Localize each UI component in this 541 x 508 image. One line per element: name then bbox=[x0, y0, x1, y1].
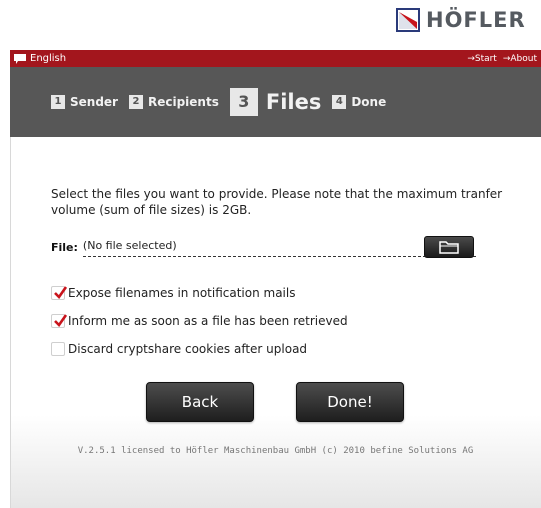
step-done[interactable]: 4 Done bbox=[332, 95, 386, 109]
speech-bubble-icon bbox=[14, 53, 26, 64]
inform-retrieved-option[interactable]: Inform me as soon as a file has been ret… bbox=[51, 314, 348, 328]
checkmark-icon bbox=[54, 286, 67, 300]
footer-license: V.2.5.1 licensed to Höfler Maschinenbau … bbox=[77, 446, 474, 456]
step-number: 4 bbox=[332, 95, 347, 109]
step-label: Recipients bbox=[147, 95, 219, 109]
discard-cookies-option[interactable]: Discard cryptshare cookies after upload bbox=[51, 342, 307, 356]
about-link[interactable]: →About bbox=[503, 54, 537, 64]
intro-text: Select the files you want to provide. Pl… bbox=[51, 187, 503, 217]
step-files[interactable]: 3 Files bbox=[229, 88, 322, 116]
option-label: Inform me as soon as a file has been ret… bbox=[68, 314, 348, 328]
top-bar: English →Start →About bbox=[10, 50, 541, 67]
file-field[interactable]: (No file selected) bbox=[82, 237, 476, 257]
checkmark-icon bbox=[54, 314, 67, 328]
step-label: Done bbox=[351, 95, 387, 109]
top-links: →Start →About bbox=[467, 54, 537, 64]
expose-filenames-option[interactable]: Expose filenames in notification mails bbox=[51, 286, 295, 300]
hoefler-logo: HÖFLER bbox=[396, 5, 526, 35]
folder-icon bbox=[439, 241, 459, 254]
option-label: Expose filenames in notification mails bbox=[68, 286, 296, 300]
brand-name: HÖFLER bbox=[426, 8, 526, 32]
inform-retrieved-checkbox[interactable] bbox=[51, 314, 67, 328]
expose-filenames-checkbox[interactable] bbox=[51, 286, 67, 300]
step-number: 2 bbox=[128, 95, 143, 109]
back-button[interactable]: Back bbox=[146, 382, 254, 422]
step-number: 1 bbox=[51, 95, 65, 109]
step-navigation: 1 Sender 2 Recipients 3 Files 4 Done bbox=[10, 67, 541, 137]
step-label: Files bbox=[265, 90, 322, 114]
hoefler-logo-icon bbox=[396, 8, 420, 32]
file-row: File: (No file selected) bbox=[51, 236, 476, 258]
language-label: English bbox=[30, 53, 67, 64]
option-label: Discard cryptshare cookies after upload bbox=[68, 342, 308, 356]
done-button[interactable]: Done! bbox=[296, 382, 404, 422]
browse-button[interactable] bbox=[424, 236, 474, 258]
discard-cookies-checkbox[interactable] bbox=[51, 342, 65, 356]
start-link[interactable]: →Start bbox=[467, 54, 497, 64]
step-number: 3 bbox=[229, 88, 258, 116]
step-label: Sender bbox=[70, 95, 118, 109]
step-sender[interactable]: 1 Sender bbox=[51, 95, 118, 109]
file-label: File: bbox=[51, 240, 78, 254]
language-selector[interactable]: English bbox=[14, 53, 66, 64]
step-recipients[interactable]: 2 Recipients bbox=[128, 95, 219, 109]
